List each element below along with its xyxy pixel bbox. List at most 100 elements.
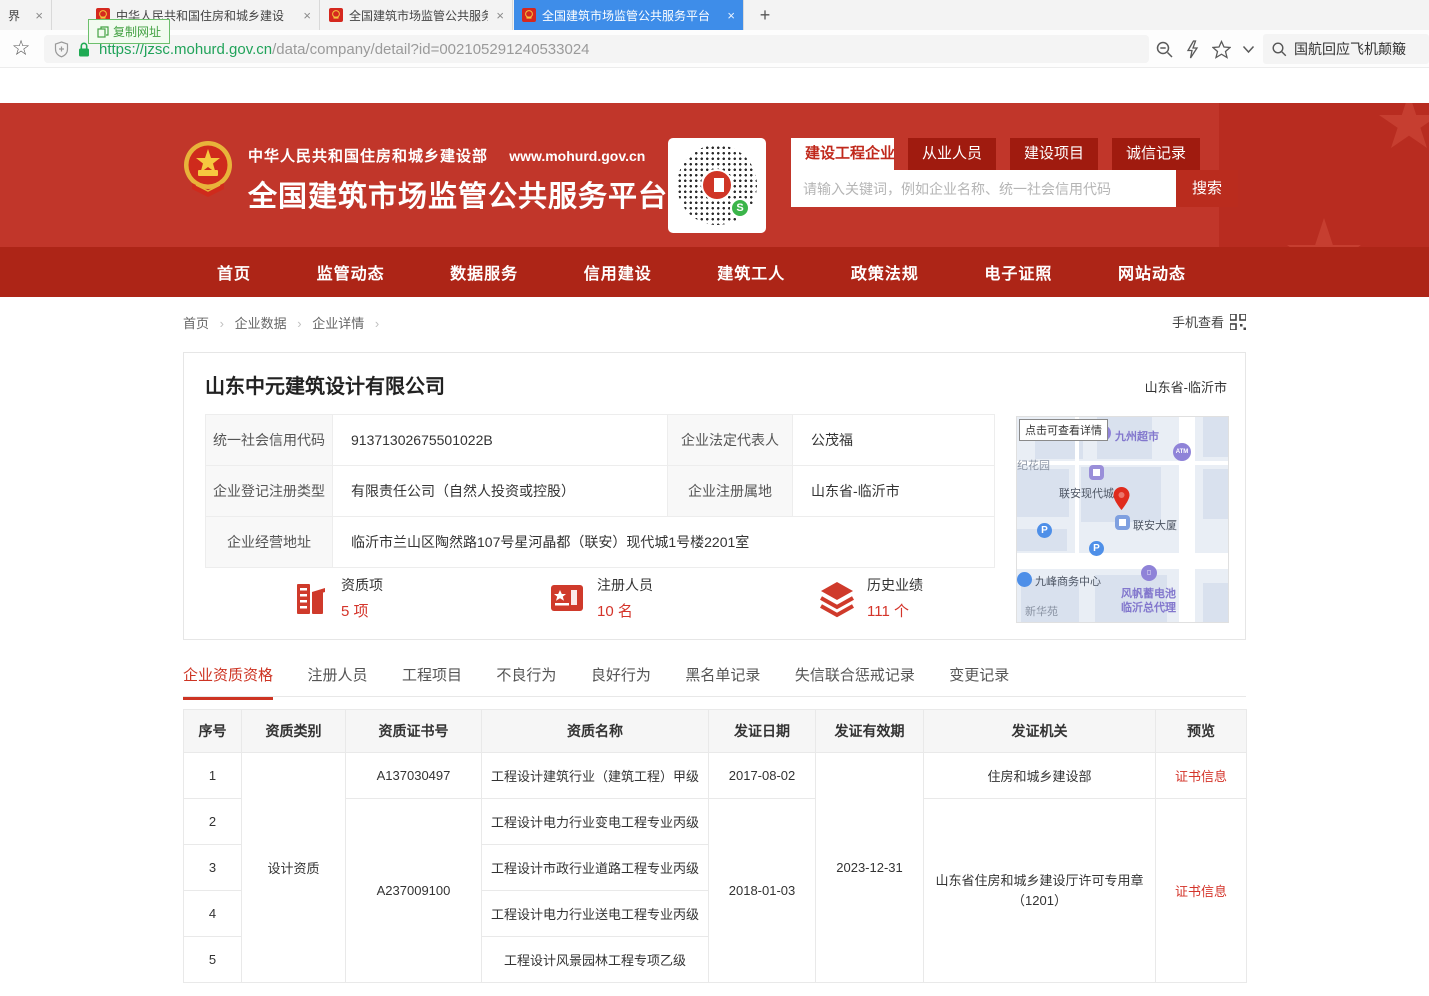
browser-toolbar: ☆ https://jzsc.mohurd.gov.cn/data/compan… xyxy=(0,30,1429,68)
legal-rep-value: 公茂福 xyxy=(793,415,995,466)
tab-projects[interactable]: 工程项目 xyxy=(402,664,462,697)
nav-item-site-news[interactable]: 网站动态 xyxy=(1118,260,1186,284)
wechat-icon: S xyxy=(730,198,750,218)
map-label-lianan-city: 联安现代城 xyxy=(1059,485,1114,501)
company-location-map[interactable]: 点击可查看详情 ◻ 九州超市 ATM 纪花园 联安现代城 联安大厦 P P 九峰… xyxy=(1016,416,1229,623)
browser-tabstrip: 界 × 中华人民共和国住房和城乡建设 × 全国建筑市场监管公共服务平台 × 全国… xyxy=(0,0,1429,30)
certificate-info-link[interactable]: 证书信息 xyxy=(1175,884,1227,899)
tab-change-records[interactable]: 变更记录 xyxy=(949,664,1009,697)
zoom-out-icon[interactable] xyxy=(1155,40,1174,59)
address-bar[interactable]: https://jzsc.mohurd.gov.cn/data/company/… xyxy=(44,35,1149,63)
header-search-widget: 建设工程企业 从业人员 建设项目 诚信记录 搜索 xyxy=(791,138,1238,210)
breadcrumb-home[interactable]: 首页 xyxy=(183,316,209,331)
map-tooltip: 点击可查看详情 xyxy=(1019,419,1108,441)
building-icon xyxy=(291,578,331,618)
close-icon[interactable]: × xyxy=(35,8,43,23)
company-region: 山东省-临沂市 xyxy=(1145,377,1227,396)
copy-url-tooltip: 复制网址 xyxy=(88,19,170,44)
browser-tab-partial[interactable]: 界 × xyxy=(0,0,52,30)
category-cell: 设计资质 xyxy=(242,753,346,983)
tab-good-behavior[interactable]: 良好行为 xyxy=(591,664,651,697)
stat-history-performance[interactable]: 历史业绩111 个 xyxy=(817,575,923,621)
keyword-search-input[interactable] xyxy=(791,170,1176,207)
company-name: 山东中元建筑设计有限公司 xyxy=(205,370,445,399)
shield-icon xyxy=(54,41,69,58)
tab-dishonesty-records[interactable]: 失信联合惩戒记录 xyxy=(795,664,915,697)
nav-item-home[interactable]: 首页 xyxy=(217,260,251,284)
business-center-marker-icon xyxy=(1017,572,1032,587)
nav-item-workers[interactable]: 建筑工人 xyxy=(717,260,785,284)
ministry-url: www.mohurd.gov.cn xyxy=(509,148,645,164)
issuer-cell: 山东省住房和城乡建设厅许可专用章 （1201） xyxy=(924,799,1156,983)
site-favicon xyxy=(329,8,343,22)
address-value: 临沂市兰山区陶然路107号星河晶都（联安）现代城1号楼2201室 xyxy=(333,517,995,568)
national-emblem-logo xyxy=(182,139,234,197)
location-pin-icon xyxy=(1113,487,1130,510)
search-tab-enterprise[interactable]: 建设工程企业 xyxy=(791,138,894,170)
url-path: /data/company/detail?id=0021052912405330… xyxy=(272,41,589,58)
news-search-text: 国航回应飞机颠簸 xyxy=(1294,39,1406,59)
mobile-view-toggle[interactable]: 手机查看 xyxy=(1172,312,1246,331)
site-brand: 中华人民共和国住房和城乡建设部 www.mohurd.gov.cn 全国建筑市场… xyxy=(182,139,668,215)
nav-item-policy[interactable]: 政策法规 xyxy=(851,260,919,284)
stat-registered-personnel[interactable]: 注册人员10 名 xyxy=(547,575,653,621)
layers-icon xyxy=(817,578,857,618)
chevron-separator-icon: › xyxy=(297,316,301,331)
atm-marker-icon: ATM xyxy=(1173,443,1191,461)
close-icon[interactable]: × xyxy=(303,8,311,23)
map-label-lianan-tower: 联安大厦 xyxy=(1133,517,1177,533)
nav-item-credit[interactable]: 信用建设 xyxy=(584,260,652,284)
tab-bad-behavior[interactable]: 不良行为 xyxy=(496,664,556,697)
nav-item-supervision[interactable]: 监管动态 xyxy=(317,260,385,284)
table-header-row: 序号 资质类别 资质证书号 资质名称 发证日期 发证有效期 发证机关 预览 xyxy=(184,710,1247,753)
reg-type-label: 企业登记注册类型 xyxy=(206,466,333,517)
validity-cell: 2023-12-31 xyxy=(816,753,924,983)
tab-qualifications[interactable]: 企业资质资格 xyxy=(183,664,273,700)
company-summary-card: 山东中元建筑设计有限公司 山东省-临沂市 统一社会信用代码 9137130267… xyxy=(183,352,1246,640)
tower-marker-icon xyxy=(1115,515,1130,530)
tab-blacklist[interactable]: 黑名单记录 xyxy=(685,664,760,697)
residence-marker-icon xyxy=(1089,465,1104,480)
reg-type-value: 有限责任公司（自然人投资或控股） xyxy=(333,466,668,517)
search-tab-project[interactable]: 建设项目 xyxy=(1010,138,1098,170)
site-favicon xyxy=(522,8,536,22)
nav-item-data-service[interactable]: 数据服务 xyxy=(450,260,518,284)
search-tab-personnel[interactable]: 从业人员 xyxy=(908,138,996,170)
tab-registered-personnel[interactable]: 注册人员 xyxy=(307,664,367,697)
new-tab-button[interactable]: + xyxy=(752,2,778,28)
close-icon[interactable]: × xyxy=(496,8,504,23)
browser-tab-2[interactable]: 全国建筑市场监管公共服务平台 × xyxy=(321,0,513,30)
stat-qualifications[interactable]: 资质项5 项 xyxy=(291,575,383,621)
news-search-box[interactable]: 国航回应飞机颠簸 xyxy=(1263,34,1429,64)
nav-item-e-license[interactable]: 电子证照 xyxy=(984,260,1052,284)
search-tab-credit[interactable]: 诚信记录 xyxy=(1112,138,1200,170)
chevron-separator-icon: › xyxy=(375,316,379,331)
id-card-icon xyxy=(547,578,587,618)
lightning-icon[interactable] xyxy=(1185,40,1200,59)
qualification-table: 序号 资质类别 资质证书号 资质名称 发证日期 发证有效期 发证机关 预览 1 … xyxy=(183,709,1247,983)
qr-center-logo xyxy=(701,169,733,201)
parking-icon: P xyxy=(1089,541,1104,556)
map-label-supermarket: 九州超市 xyxy=(1115,428,1159,444)
map-label-garden: 纪花园 xyxy=(1017,457,1050,473)
qr-code-icon xyxy=(1230,314,1246,330)
breadcrumb-company-detail: 企业详情 xyxy=(312,316,364,331)
search-category-tabs: 建设工程企业 从业人员 建设项目 诚信记录 xyxy=(791,138,1238,170)
close-icon[interactable]: × xyxy=(727,8,735,23)
map-label-xinhuayuan: 新华苑 xyxy=(1025,603,1058,619)
browser-tab-active[interactable]: 全国建筑市场监管公共服务平台 × xyxy=(514,0,744,30)
search-icon xyxy=(1271,41,1287,57)
search-button[interactable]: 搜索 xyxy=(1176,170,1238,207)
bookmark-star-icon[interactable]: ☆ xyxy=(8,36,34,61)
battery-marker-icon: ◻ xyxy=(1141,565,1157,581)
toolbar-icons xyxy=(1155,36,1255,62)
company-info-table: 统一社会信用代码 91371302675501022B 企业法定代表人 公茂福 … xyxy=(205,414,995,568)
chevron-down-icon[interactable] xyxy=(1242,45,1255,54)
breadcrumb: 首页 › 企业数据 › 企业详情 › 手机查看 xyxy=(183,297,1246,339)
map-label-business-center: 九峰商务中心 xyxy=(1035,573,1101,589)
reg-region-label: 企业注册属地 xyxy=(668,466,793,517)
breadcrumb-company-data[interactable]: 企业数据 xyxy=(235,316,287,331)
certificate-info-link[interactable]: 证书信息 xyxy=(1175,769,1227,784)
favorites-star-icon[interactable] xyxy=(1212,40,1231,59)
address-label: 企业经营地址 xyxy=(206,517,333,568)
